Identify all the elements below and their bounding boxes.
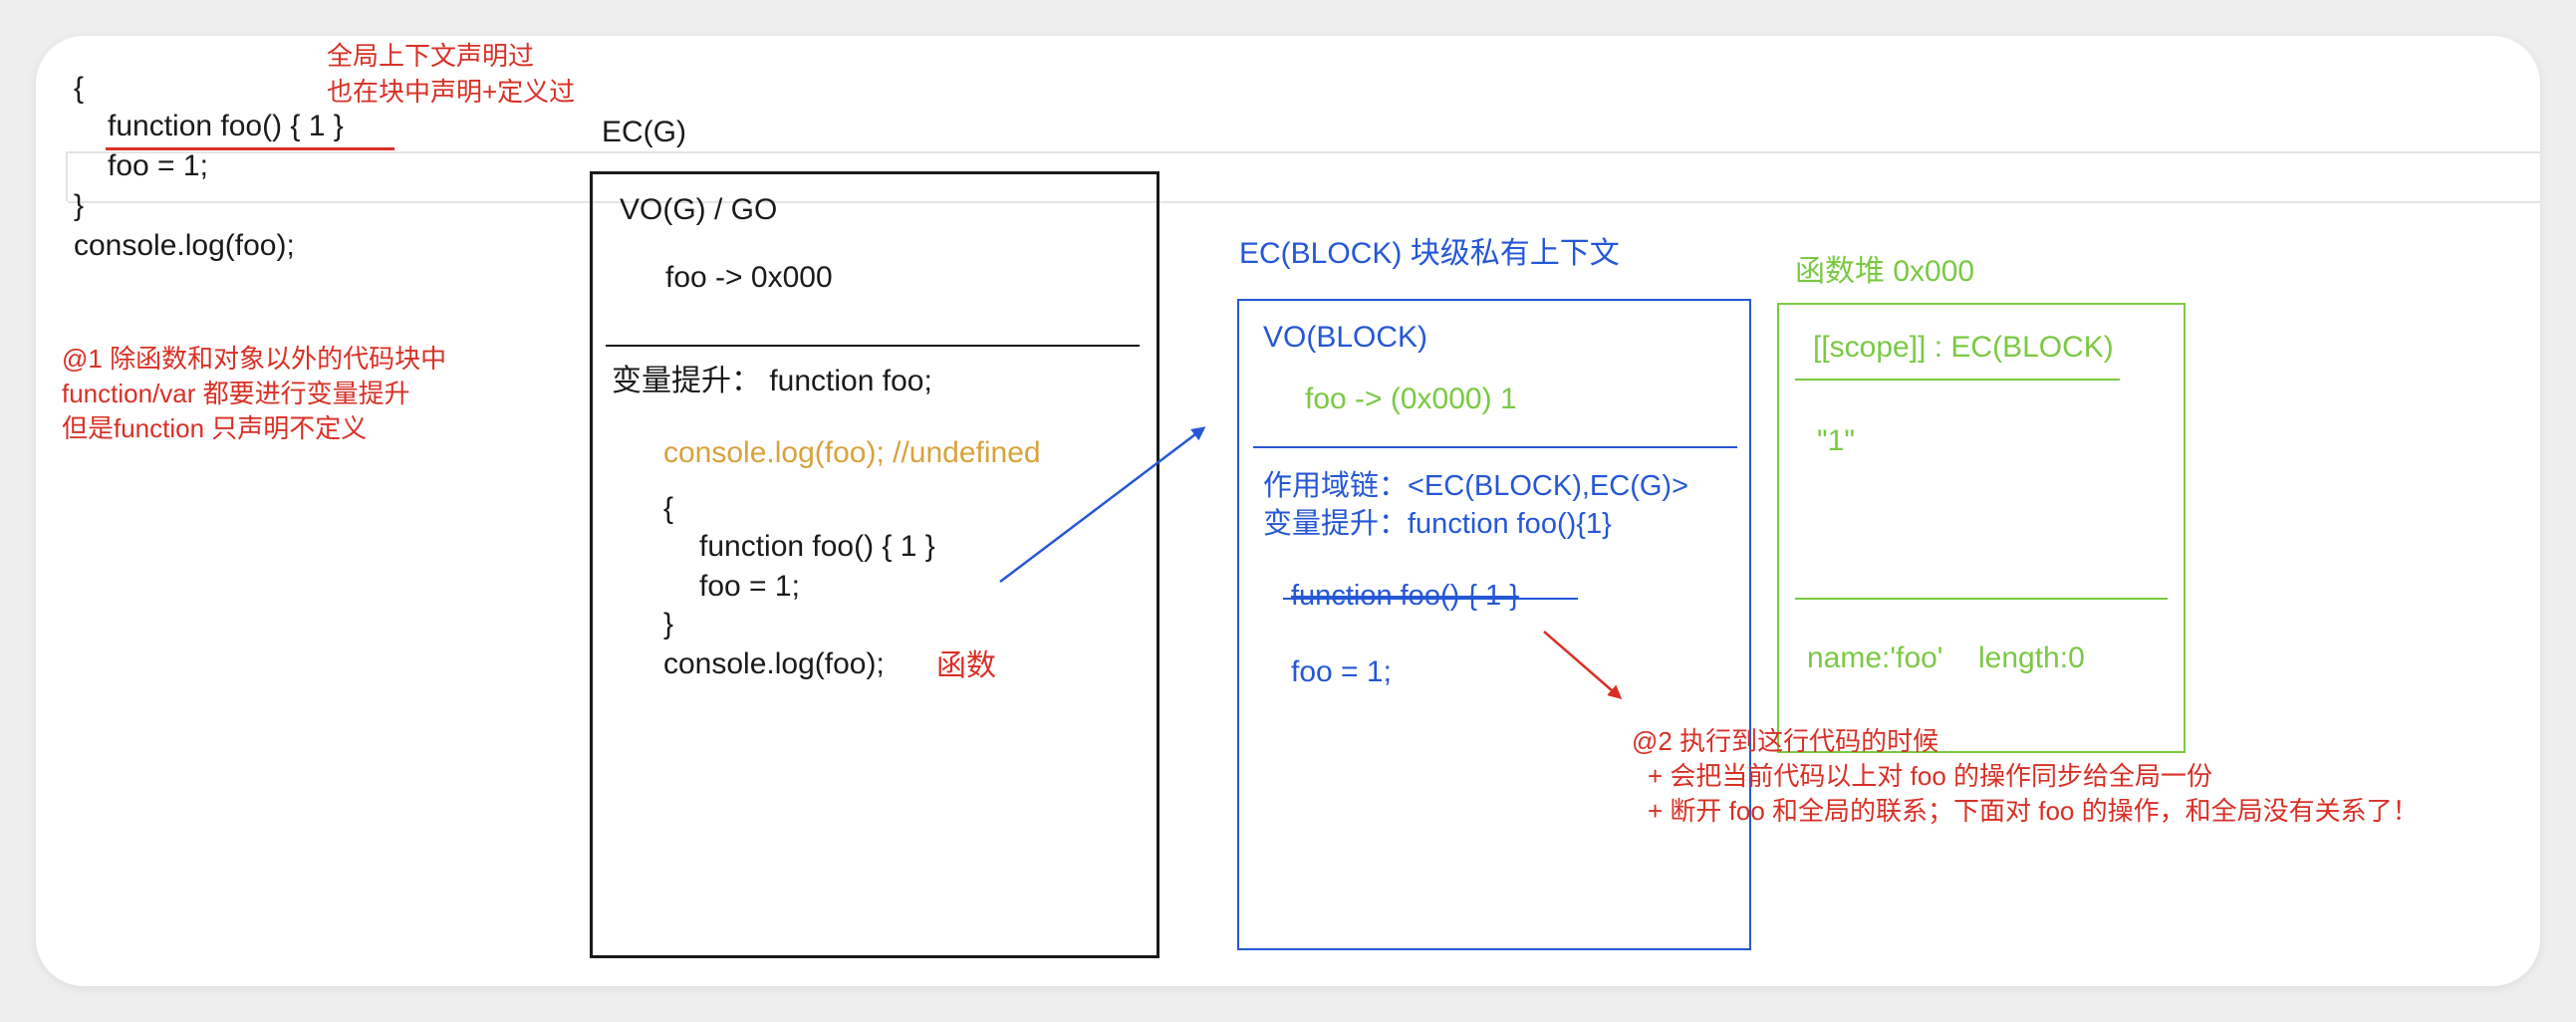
diagram-canvas: { function foo() { 1 } foo = 1; } consol…: [36, 36, 2540, 986]
blue-arrow: [999, 426, 1206, 583]
arrows-layer: [999, 426, 1623, 699]
red-arrow: [1543, 631, 1623, 699]
